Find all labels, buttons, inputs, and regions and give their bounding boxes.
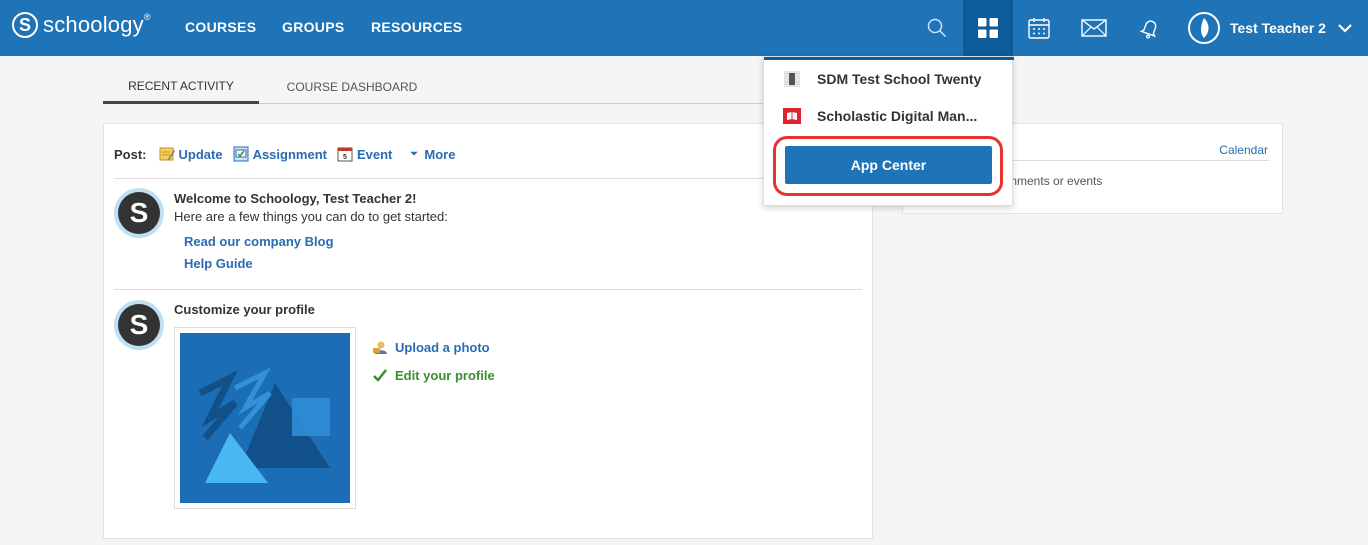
profile-title: Customize your profile (174, 302, 315, 317)
upload-photo-label: Upload a photo (395, 339, 490, 355)
post-update-label: Update (178, 146, 223, 162)
post-more-label: More (424, 146, 456, 162)
schoology-logo[interactable]: S schoology® (12, 12, 151, 38)
edit-profile-link[interactable]: Edit your profile (372, 367, 495, 383)
divider (114, 178, 862, 179)
welcome-text: Here are a few things you can do to get … (174, 209, 448, 224)
caret-down-icon (410, 151, 419, 156)
mail-icon (1081, 19, 1107, 37)
home-tabs: RECENT ACTIVITY COURSE DASHBOARD (103, 70, 873, 104)
notifications-button[interactable] (1126, 0, 1174, 56)
checkmark-icon (373, 369, 387, 382)
logo-text: schoology® (43, 12, 151, 37)
svg-text:5: 5 (343, 154, 347, 161)
help-guide-link[interactable]: Help Guide (184, 256, 253, 271)
app-item-sdm-test-school[interactable]: SDM Test School Twenty (764, 61, 1014, 97)
logo-mark: S (12, 12, 38, 38)
schoology-avatar: S (114, 300, 164, 350)
abstract-shapes-image (180, 333, 350, 503)
post-update-button[interactable]: Update (159, 146, 223, 162)
search-icon (927, 18, 947, 38)
calendar-event-icon: 5 (337, 147, 353, 162)
upload-photo-link[interactable]: Upload a photo (372, 339, 490, 355)
nav-courses[interactable]: COURSES (185, 19, 256, 35)
school-icon (784, 71, 800, 87)
post-event-button[interactable]: 5 Event (337, 146, 392, 162)
calendar-link[interactable]: Calendar (1219, 143, 1268, 157)
post-assignment-button[interactable]: Assignment (233, 146, 327, 162)
activity-feed-card: Post: Update Assignment 5 Event More S W… (103, 123, 873, 539)
post-event-label: Event (356, 146, 393, 162)
tab-course-dashboard[interactable]: COURSE DASHBOARD (279, 70, 425, 104)
tab-recent-activity[interactable]: RECENT ACTIVITY (103, 70, 259, 104)
app-item-scholastic[interactable]: Scholastic Digital Man... (764, 98, 1014, 134)
nav-resources[interactable]: RESOURCES (371, 19, 462, 35)
avatar-letter: S (118, 192, 160, 234)
profile-art (180, 333, 350, 503)
edit-profile-label: Edit your profile (395, 367, 495, 383)
blog-link[interactable]: Read our company Blog (184, 234, 334, 249)
app-center-button[interactable]: App Center (785, 146, 992, 184)
user-menu[interactable]: Test Teacher 2 (1188, 12, 1352, 44)
pencil-note-icon (159, 147, 175, 161)
profile-picture-placeholder[interactable] (174, 327, 356, 509)
assignment-icon (233, 146, 249, 162)
post-label: Post: (114, 146, 147, 162)
user-name: Test Teacher 2 (1230, 20, 1326, 36)
grid-icon (978, 18, 998, 38)
top-nav-bar: S schoology® COURSES GROUPS RESOURCES Te… (0, 0, 1368, 56)
bell-icon (1139, 20, 1157, 39)
apps-dropdown: SDM Test School Twenty Scholastic Digita… (763, 56, 1014, 206)
app-item-label: Scholastic Digital Man... (817, 108, 978, 124)
calendar-button[interactable] (1015, 0, 1063, 56)
divider (114, 289, 862, 290)
scholastic-icon (783, 108, 801, 124)
upload-photo-icon (373, 341, 387, 354)
messages-button[interactable] (1070, 0, 1118, 56)
post-assignment-label: Assignment (252, 146, 327, 162)
upcoming-empty-text: ignments or events (1001, 174, 1103, 188)
avatar-letter: S (118, 304, 160, 346)
calendar-icon (1028, 18, 1050, 39)
schoology-avatar: S (114, 188, 164, 238)
chevron-down-icon (1338, 24, 1352, 33)
post-more-button[interactable]: More (408, 147, 455, 162)
search-button[interactable] (913, 0, 961, 56)
user-avatar-icon (1201, 18, 1209, 38)
apps-button[interactable] (963, 0, 1013, 56)
app-item-label: SDM Test School Twenty (817, 71, 982, 87)
post-toolbar: Post: Update Assignment 5 Event More (114, 146, 465, 162)
nav-groups[interactable]: GROUPS (282, 19, 344, 35)
welcome-title: Welcome to Schoology, Test Teacher 2! (174, 191, 417, 206)
avatar (1188, 12, 1220, 44)
